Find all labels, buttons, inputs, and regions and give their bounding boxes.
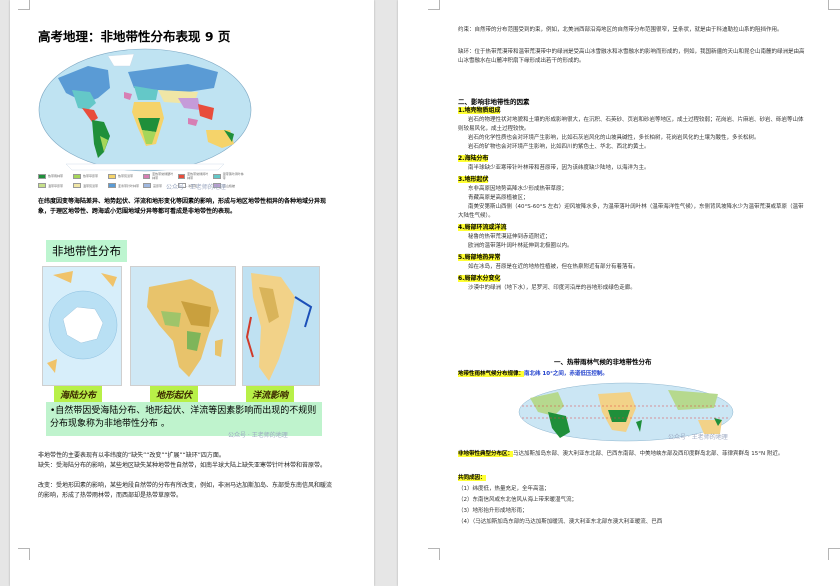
cause-item-1: （1）纬度低，热量充足，全年高温； [458, 486, 550, 492]
legend-label: 温带荒漠带 [83, 183, 99, 188]
bottom-line-1: 非地带性的主要表现有以非纬度的“缺失”“改变”“扩展”“缺环”四方面。 [38, 452, 225, 459]
factor-title: 1.地壳物质组成 [458, 107, 501, 114]
legend-label: 热带荒漠带 [118, 174, 134, 178]
bottom-line-3: 改变：受地形因素的影响，某些地段自然带的分布有所改变，例如，非洲马达加斯加岛、东… [38, 482, 333, 499]
legend-swatch [108, 183, 116, 188]
distribution-text: 南北纬 10°之间，赤道低压控制。 [524, 371, 608, 377]
right-page: 约束：自然带的分布范围受到的束，例如，北美洲西部沿海地区的自然带分布范围很窄，呈… [398, 0, 840, 586]
distribution-label: 地带性雨林气候分布规律： [458, 371, 525, 377]
crop-mark [428, 0, 440, 10]
ocean-current-panel [242, 266, 320, 386]
legend-swatch [73, 183, 81, 188]
nonzonal-line: 非地带性典型分布区：马达加斯加岛东部、澳大利亚东北部、巴西东南部、中美地峡东部及… [458, 450, 808, 459]
legend-swatch [178, 173, 186, 179]
factor-line: 南美安第斯山西侧（40°S-60°S 左右）迎风坡降水多，为温带落叶阔叶林（温带… [458, 204, 804, 219]
legend-swatch [143, 173, 151, 179]
legend-item: 热带草原带 [73, 172, 105, 180]
left-page: 高考地理：非地带性分布表现 9 页 热带雨林带 热带草原带 热带荒漠带 亚热带常… [10, 0, 374, 586]
legend-swatch [143, 183, 151, 188]
factor-line: 如在冰岛，苔原是在近的地热性植被，但在热泉附近有部分有着落有。 [468, 264, 639, 270]
crop-mark [828, 548, 840, 560]
section-heading: 非地带性分布 [46, 240, 127, 262]
factor-line: 岩石的化学性质也会对环境产生影响，比如石灰岩风化的山坡具碱性，多长柏树，花岗岩风… [468, 135, 760, 141]
panel-label-ocean-current: 洋流影响 [246, 386, 295, 403]
cause-label: 共同成因： [458, 475, 486, 481]
factor-heading: 3.地形起伏 [458, 175, 808, 185]
crop-mark [428, 548, 440, 560]
watermark: 公众号 · 王老师的地理 [166, 184, 226, 191]
panel-label-terrain: 地形起伏 [150, 386, 199, 403]
legend-label: 苔原带 [153, 183, 163, 188]
factor-heading: 5.局部地热异常 [458, 253, 808, 263]
world-vegetation-map [38, 48, 252, 172]
watermark: 公众号 · 王老师的地理 [668, 434, 728, 441]
legend-swatch [213, 173, 221, 179]
bottom-line-2: 缺失：受海陆分布的影响，某些地区缺失某种地带性自然带，如南半球大陆上缺失亚寒带针… [38, 462, 327, 469]
section2-title: 二、影响非地带性的因素 [458, 98, 530, 106]
legend-label: 亚热带常绿硬叶林带 [152, 172, 174, 180]
cause-item-4: （4）（马达加斯加岛东部的马达加斯加暖流、澳大利亚东北部东澳大利亚暖流、巴西 [458, 519, 663, 525]
factor-line: 岩石的矿物也会对环境产生影响，比如四川的紫色土、华北、西北的黄土。 [468, 144, 650, 150]
legend-swatch [108, 173, 116, 179]
factor-line: 东非高原因地势高降水少形成热带草原； [468, 186, 568, 192]
africa-terrain-panel [130, 266, 236, 386]
factor-line: 沙漠中的绿洲（地下水），尼罗河、印度河沿岸的谷地形成绿色走廊。 [468, 285, 636, 291]
factor-title: 3.地形起伏 [458, 176, 489, 183]
legend-label: 温带落叶阔叶林带 [222, 172, 244, 180]
factor-heading: 4.局部环流或洋流 [458, 223, 808, 233]
factor-title: 5.局部地热异常 [458, 254, 501, 261]
legend-label: 温带草原带 [48, 183, 64, 188]
factor-title: 2.海陆分布 [458, 155, 489, 162]
legend-item: 热带雨林带 [38, 172, 70, 180]
factor-title: 4.局部环流或洋流 [458, 224, 507, 231]
distribution-line: 地带性雨林气候分布规律：南北纬 10°之间，赤道低压控制。 [458, 370, 808, 379]
factor-line: 秘鲁的热带荒漠延伸到赤道附近； [468, 234, 551, 240]
intro-paragraph: 在纬度因变等海陆差异、地势起伏、洋流和地形变化等因素的影响，形成与地区地带性相异… [38, 197, 326, 216]
factor-line: 南半球缺少亚寒带针叶林带和苔原带，因为该纬度缺少陆地，以海洋为主。 [468, 165, 650, 171]
legend-item: 温带草原带 [38, 183, 70, 188]
legend-label: 亚热带常绿阔叶林带 [187, 172, 209, 180]
paragraph-restriction: 约束：自然带的分布范围受到的束，例如，北美洲西部沿海地区的自然带分布范围很窄，呈… [458, 27, 783, 33]
legend-label: 亚寒带针叶林带 [118, 183, 140, 188]
legend-item: 温带落叶阔叶林带 [213, 172, 245, 180]
legend-item: 亚热带常绿阔叶林带 [178, 172, 210, 180]
watermark: 公众号 · 王老师的地理 [228, 432, 288, 439]
panel-label-land-sea: 海陆分布 [54, 386, 103, 403]
factor-heading: 6.局部水分变化 [458, 274, 808, 284]
paragraph-gap: 缺环：位于热带荒漠带和温带荒漠带中的绿洲是受高山冰雪融水和冰雪融水的影响而形成的… [458, 49, 805, 64]
legend-item: 温带荒漠带 [73, 183, 105, 188]
factors-list: 1.地壳物质组成岩石的物理性状对地貌和土壤的形成影响很大，在沉积、石英砂、页岩和… [458, 106, 808, 293]
factor-line: 欧洲的温带落叶阔叶林延伸到北极圈以内。 [468, 243, 573, 249]
antarctica-map-panel [42, 266, 122, 386]
cause-item-3: （3）地形抬升形成地形雨； [458, 508, 528, 514]
legend-swatch [73, 173, 81, 179]
legend-swatch [38, 183, 46, 188]
legend-swatch [38, 173, 46, 179]
factor-heading: 1.地壳物质组成 [458, 106, 808, 116]
factor-heading: 2.海陆分布 [458, 154, 808, 164]
nonzonal-label: 非地带性典型分布区： [458, 451, 514, 457]
factor-title: 6.局部水分变化 [458, 275, 501, 282]
legend-label: 热带草原带 [83, 174, 99, 178]
crop-mark [18, 548, 30, 560]
crop-mark [18, 0, 30, 10]
legend-item: 亚寒带针叶林带 [108, 183, 140, 188]
cause-item-2: （2）东南信风或东北信风从海上带来暖湿气流； [458, 497, 578, 503]
legend-item: 亚热带常绿硬叶林带 [143, 172, 175, 180]
crop-mark [828, 0, 840, 10]
nonzonal-text: 马达加斯加岛东部、澳大利亚东北部、巴西东南部、中美地峡东部及西印度群岛北部、菲律… [513, 451, 784, 457]
cause-heading: 共同成因： [458, 474, 808, 483]
intro-text: 在纬度因变等海陆差异、地势起伏、洋流和地形变化等因素的影响，形成与地区地带性相异… [38, 198, 327, 215]
factor-line: 青藏高原是高原植被区； [468, 195, 529, 201]
legend-label: 热带雨林带 [48, 174, 64, 178]
page-title: 高考地理：非地带性分布表现 9 页 [38, 29, 231, 44]
section3-title: 一、热带雨林气候的非地带性分布 [554, 358, 652, 366]
factor-line: 岩石的物理性状对地貌和土壤的形成影响很大，在沉积、石英砂、页岩和砂岩等地区，成土… [458, 117, 804, 132]
legend-item: 热带荒漠带 [108, 172, 140, 180]
